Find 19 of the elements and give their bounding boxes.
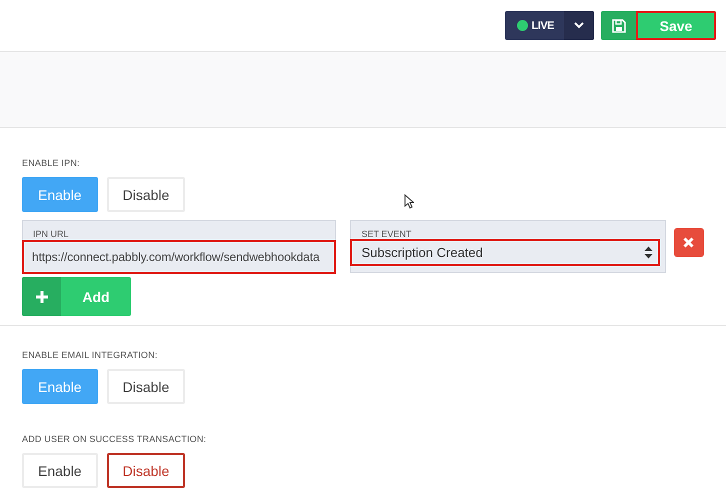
remove-button[interactable] — [674, 228, 704, 257]
cursor-icon — [404, 194, 414, 209]
field-label: IPN URL — [32, 228, 70, 240]
section-label: ENABLE EMAIL INTEGRATION: — [22, 350, 159, 360]
dropdown-button[interactable] — [564, 11, 594, 40]
section-label: ENABLE IPN: — [22, 158, 81, 168]
save-icon-button[interactable] — [601, 11, 636, 40]
enable-button[interactable]: Enable — [22, 453, 98, 488]
ipn-url-field[interactable]: https://connect.pabbly.com/workflow/sendwebhookdata — [23, 241, 336, 273]
disable-button[interactable]: Disable — [106, 369, 186, 404]
disable-button[interactable]: Disable — [106, 453, 186, 488]
event-select[interactable]: Subscription Created — [351, 240, 660, 265]
disable-button[interactable]: Disable — [106, 177, 186, 212]
chevron-down-icon — [574, 22, 584, 29]
sort-arrows-icon — [644, 246, 654, 259]
plus-icon — [36, 290, 48, 302]
close-icon — [683, 237, 694, 248]
field-label: SET EVENT — [360, 228, 412, 240]
section-label: ADD USER ON SUCCESS TRANSACTION: — [22, 434, 208, 444]
